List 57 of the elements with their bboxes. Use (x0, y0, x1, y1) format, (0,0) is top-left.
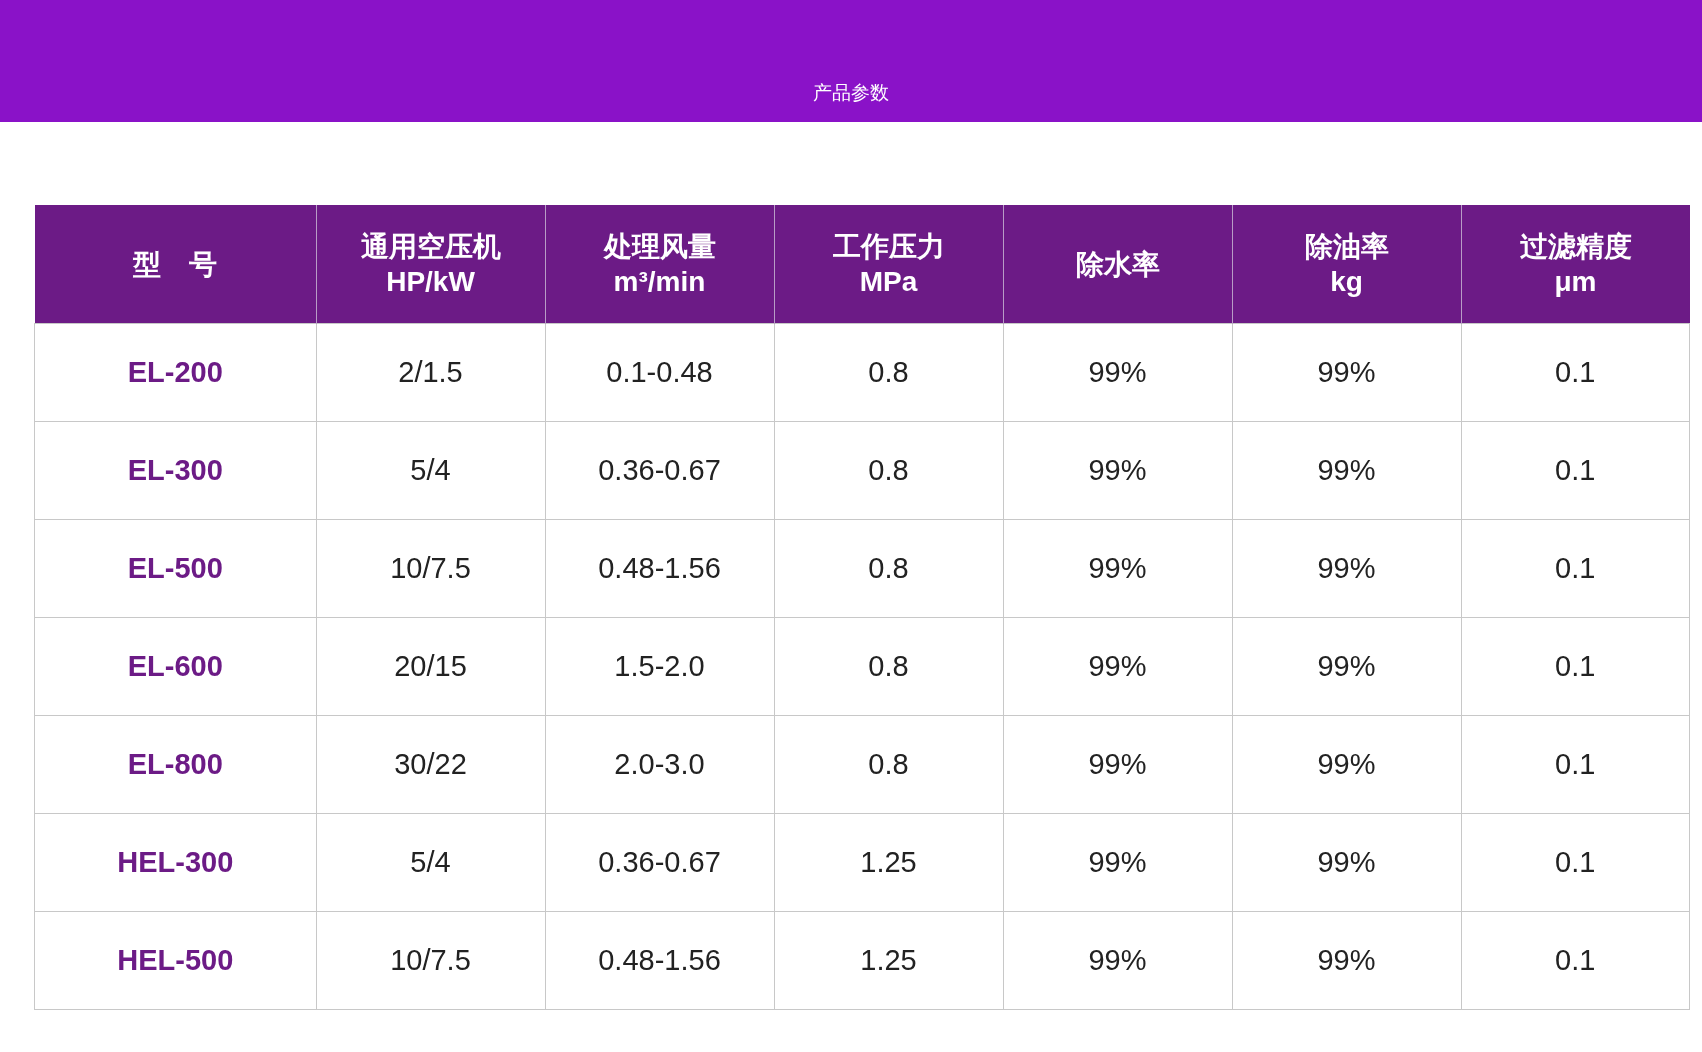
table-cell: 10/7.5 (316, 519, 545, 618)
table-cell: 0.1 (1461, 715, 1690, 814)
column-header: 通用空压机 HP/kW (316, 205, 545, 324)
table-cell: 10/7.5 (316, 911, 545, 1010)
table-cell: 0.48-1.56 (545, 911, 774, 1010)
column-header: 除水率 (1003, 205, 1232, 324)
model-cell: EL-800 (34, 715, 316, 814)
table-cell: 0.1-0.48 (545, 323, 774, 422)
table-cell: 20/15 (316, 617, 545, 716)
table-cell: 99% (1232, 813, 1461, 912)
model-cell: EL-600 (34, 617, 316, 716)
table-cell: 99% (1232, 715, 1461, 814)
table-cell: 99% (1232, 519, 1461, 618)
table-cell: 99% (1232, 421, 1461, 520)
table-cell: 0.1 (1461, 911, 1690, 1010)
column-header: 处理风量 m³/min (545, 205, 774, 324)
table-cell: 1.25 (774, 813, 1003, 912)
model-cell: EL-500 (34, 519, 316, 618)
table-cell: 0.1 (1461, 323, 1690, 422)
column-header: 除油率 kg (1232, 205, 1461, 324)
table-cell: 99% (1232, 911, 1461, 1010)
page-title: 产品参数 (813, 81, 889, 105)
model-cell: EL-200 (34, 323, 316, 422)
table-cell: 0.1 (1461, 813, 1690, 912)
table-cell: 2/1.5 (316, 323, 545, 422)
column-header: 工作压力 MPa (774, 205, 1003, 324)
table-cell: 0.1 (1461, 421, 1690, 520)
table-cell: 2.0-3.0 (545, 715, 774, 814)
table-cell: 1.25 (774, 911, 1003, 1010)
table-cell: 0.36-0.67 (545, 421, 774, 520)
table-cell: 99% (1232, 617, 1461, 716)
table-cell: 30/22 (316, 715, 545, 814)
table-cell: 99% (1003, 813, 1232, 912)
table-cell: 99% (1232, 323, 1461, 422)
table-cell: 0.1 (1461, 617, 1690, 716)
column-header: 型 号 (34, 205, 316, 324)
table-cell: 1.5-2.0 (545, 617, 774, 716)
table-cell: 0.36-0.67 (545, 813, 774, 912)
table-cell: 0.1 (1461, 519, 1690, 618)
column-header: 过滤精度 μm (1461, 205, 1690, 324)
table-cell: 99% (1003, 617, 1232, 716)
table-cell: 99% (1003, 911, 1232, 1010)
model-cell: HEL-300 (34, 813, 316, 912)
table-cell: 0.8 (774, 421, 1003, 520)
table-cell: 99% (1003, 715, 1232, 814)
table-cell: 5/4 (316, 813, 545, 912)
table-cell: 0.8 (774, 617, 1003, 716)
model-cell: EL-300 (34, 421, 316, 520)
model-cell: HEL-500 (34, 911, 316, 1010)
table-cell: 0.8 (774, 519, 1003, 618)
table-cell: 0.8 (774, 323, 1003, 422)
table-cell: 99% (1003, 519, 1232, 618)
table-cell: 99% (1003, 323, 1232, 422)
table-cell: 0.8 (774, 715, 1003, 814)
table-cell: 99% (1003, 421, 1232, 520)
table-cell: 0.48-1.56 (545, 519, 774, 618)
table-cell: 5/4 (316, 421, 545, 520)
